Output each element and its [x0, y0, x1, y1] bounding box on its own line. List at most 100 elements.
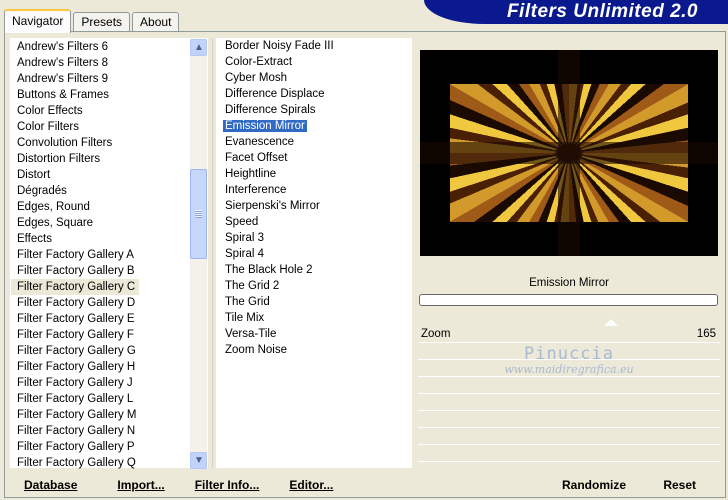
category-item[interactable]: Filter Factory Gallery A — [11, 247, 191, 263]
filter-item[interactable]: Difference Spirals — [216, 102, 412, 118]
category-item[interactable]: Filter Factory Gallery D — [11, 295, 191, 311]
filter-item-label: Versa-Tile — [225, 328, 277, 340]
category-item[interactable]: Andrew's Filters 9 — [11, 71, 191, 87]
window-title: Filters Unlimited 2.0 — [424, 0, 728, 24]
filter-item[interactable]: Heightline — [216, 166, 412, 182]
filter-item[interactable]: Spiral 4 — [216, 246, 412, 262]
tab-navigator[interactable]: Navigator — [4, 9, 72, 33]
filter-item-label: Cyber Mosh — [225, 72, 287, 84]
category-item[interactable]: Filter Factory Gallery H — [11, 359, 191, 375]
scroll-up-button[interactable]: ▲ — [190, 39, 207, 56]
filter-item-label: Border Noisy Fade III — [225, 40, 334, 52]
filter-item-label: Tile Mix — [225, 312, 265, 324]
category-item[interactable]: Color Filters — [11, 119, 191, 135]
import-button[interactable]: Import... — [117, 473, 164, 497]
chevron-up-icon: ▲ — [194, 42, 204, 53]
filter-item[interactable]: Zoom Noise — [216, 342, 412, 358]
filter-item-label: Sierpenski's Mirror — [225, 200, 320, 212]
param-row-empty — [418, 343, 720, 360]
category-item-label: Filter Factory Gallery N — [17, 425, 136, 437]
filter-item[interactable]: The Grid — [216, 294, 412, 310]
category-item-label: Edges, Square — [17, 217, 94, 229]
category-item[interactable]: Filter Factory Gallery F — [11, 327, 191, 343]
category-item-label: Buttons & Frames — [17, 89, 110, 101]
filter-item-label: Heightline — [225, 168, 277, 180]
scroll-thumb[interactable] — [190, 169, 207, 259]
category-item[interactable]: Filter Factory Gallery Q — [11, 455, 191, 469]
category-item-label: Andrew's Filters 6 — [17, 41, 109, 53]
tab-presets[interactable]: Presets — [73, 12, 131, 32]
filter-item[interactable]: Emission Mirror — [216, 118, 412, 134]
filter-item[interactable]: Sierpenski's Mirror — [216, 198, 412, 214]
bottom-toolbar: Database Import... Filter Info... Editor… — [10, 473, 412, 497]
filter-item-label: Spiral 3 — [225, 232, 264, 244]
param-row-empty — [418, 428, 720, 445]
filter-item[interactable]: Color-Extract — [216, 54, 412, 70]
filter-item[interactable]: Facet Offset — [216, 150, 412, 166]
category-item[interactable]: Filter Factory Gallery N — [11, 423, 191, 439]
database-button[interactable]: Database — [24, 473, 77, 497]
filter-item-label: Difference Spirals — [225, 104, 316, 116]
preview-band — [420, 142, 718, 164]
param-row-zoom[interactable]: Zoom 165 — [418, 319, 720, 343]
filter-item[interactable]: Cyber Mosh — [216, 70, 412, 86]
category-item[interactable]: Filter Factory Gallery P — [11, 439, 191, 455]
filter-item[interactable]: Spiral 3 — [216, 230, 412, 246]
category-list-items: Andrew's Filters 6 Andrew's Filters 8 Andr… — [11, 39, 191, 469]
filter-item[interactable]: Interference — [216, 182, 412, 198]
category-item[interactable]: Color Effects — [11, 103, 191, 119]
filter-item[interactable]: Difference Displace — [216, 86, 412, 102]
filter-item[interactable]: Speed — [216, 214, 412, 230]
category-item[interactable]: Convolution Filters — [11, 135, 191, 151]
category-item[interactable]: Filter Factory Gallery E — [11, 311, 191, 327]
right-toolbar: Randomize Reset — [540, 473, 720, 497]
filter-info-button[interactable]: Filter Info... — [195, 473, 260, 497]
category-item[interactable]: Filter Factory Gallery L — [11, 391, 191, 407]
filter-item[interactable]: The Grid 2 — [216, 278, 412, 294]
category-scrollbar[interactable]: ▲ ▼ — [190, 39, 207, 469]
category-item[interactable]: Distort — [11, 167, 191, 183]
category-item-label: Andrew's Filters 8 — [17, 57, 109, 69]
filter-list[interactable]: Border Noisy Fade III Color-Extract Cyber … — [216, 38, 412, 468]
category-item-label: Filter Factory Gallery E — [17, 313, 135, 325]
filter-item[interactable]: Tile Mix — [216, 310, 412, 326]
category-item[interactable]: Filter Factory Gallery J — [11, 375, 191, 391]
reset-button[interactable]: Reset — [663, 473, 696, 497]
category-item-label: Filter Factory Gallery B — [17, 265, 135, 277]
category-item-label: Distortion Filters — [17, 153, 101, 165]
category-item[interactable]: Filter Factory Gallery M — [11, 407, 191, 423]
category-item-label: Edges, Round — [17, 201, 90, 213]
category-list[interactable]: Andrew's Filters 6 Andrew's Filters 8 Andr… — [10, 38, 208, 469]
category-item[interactable]: Edges, Square — [11, 215, 191, 231]
category-item[interactable]: Filter Factory Gallery G — [11, 343, 191, 359]
filter-item[interactable]: Border Noisy Fade III — [216, 38, 412, 54]
filter-item[interactable]: The Black Hole 2 — [216, 262, 412, 278]
randomize-button[interactable]: Randomize — [562, 473, 626, 497]
category-item[interactable]: Buttons & Frames — [11, 87, 191, 103]
category-item[interactable]: Edges, Round — [11, 199, 191, 215]
category-item[interactable]: Filter Factory Gallery C — [11, 279, 191, 295]
tab-about[interactable]: About — [132, 12, 180, 32]
category-item-label: Convolution Filters — [17, 137, 113, 149]
category-item[interactable]: Andrew's Filters 6 — [11, 39, 191, 55]
param-row-empty — [418, 360, 720, 377]
category-item[interactable]: Andrew's Filters 8 — [11, 55, 191, 71]
filter-item[interactable]: Versa-Tile — [216, 326, 412, 342]
selected-filter-name: Emission Mirror — [529, 277, 609, 289]
scroll-down-button[interactable]: ▼ — [190, 452, 207, 469]
category-item[interactable]: Effects — [11, 231, 191, 247]
filter-item[interactable]: Evanescence — [216, 134, 412, 150]
filter-item-label: Emission Mirror — [223, 120, 307, 132]
category-item[interactable]: Filter Factory Gallery B — [11, 263, 191, 279]
slider-marker-icon[interactable] — [604, 319, 618, 326]
editor-button[interactable]: Editor... — [289, 473, 333, 497]
parameter-list: Zoom 165 — [418, 319, 720, 462]
filter-item-label: The Grid — [225, 296, 270, 308]
param-row-empty — [418, 377, 720, 394]
filter-item-label: The Grid 2 — [225, 280, 280, 292]
category-item[interactable]: Dégradés — [11, 183, 191, 199]
param-row-empty — [418, 394, 720, 411]
progress-bar — [419, 294, 718, 306]
category-item[interactable]: Distortion Filters — [11, 151, 191, 167]
filter-item-label: Spiral 4 — [225, 248, 264, 260]
